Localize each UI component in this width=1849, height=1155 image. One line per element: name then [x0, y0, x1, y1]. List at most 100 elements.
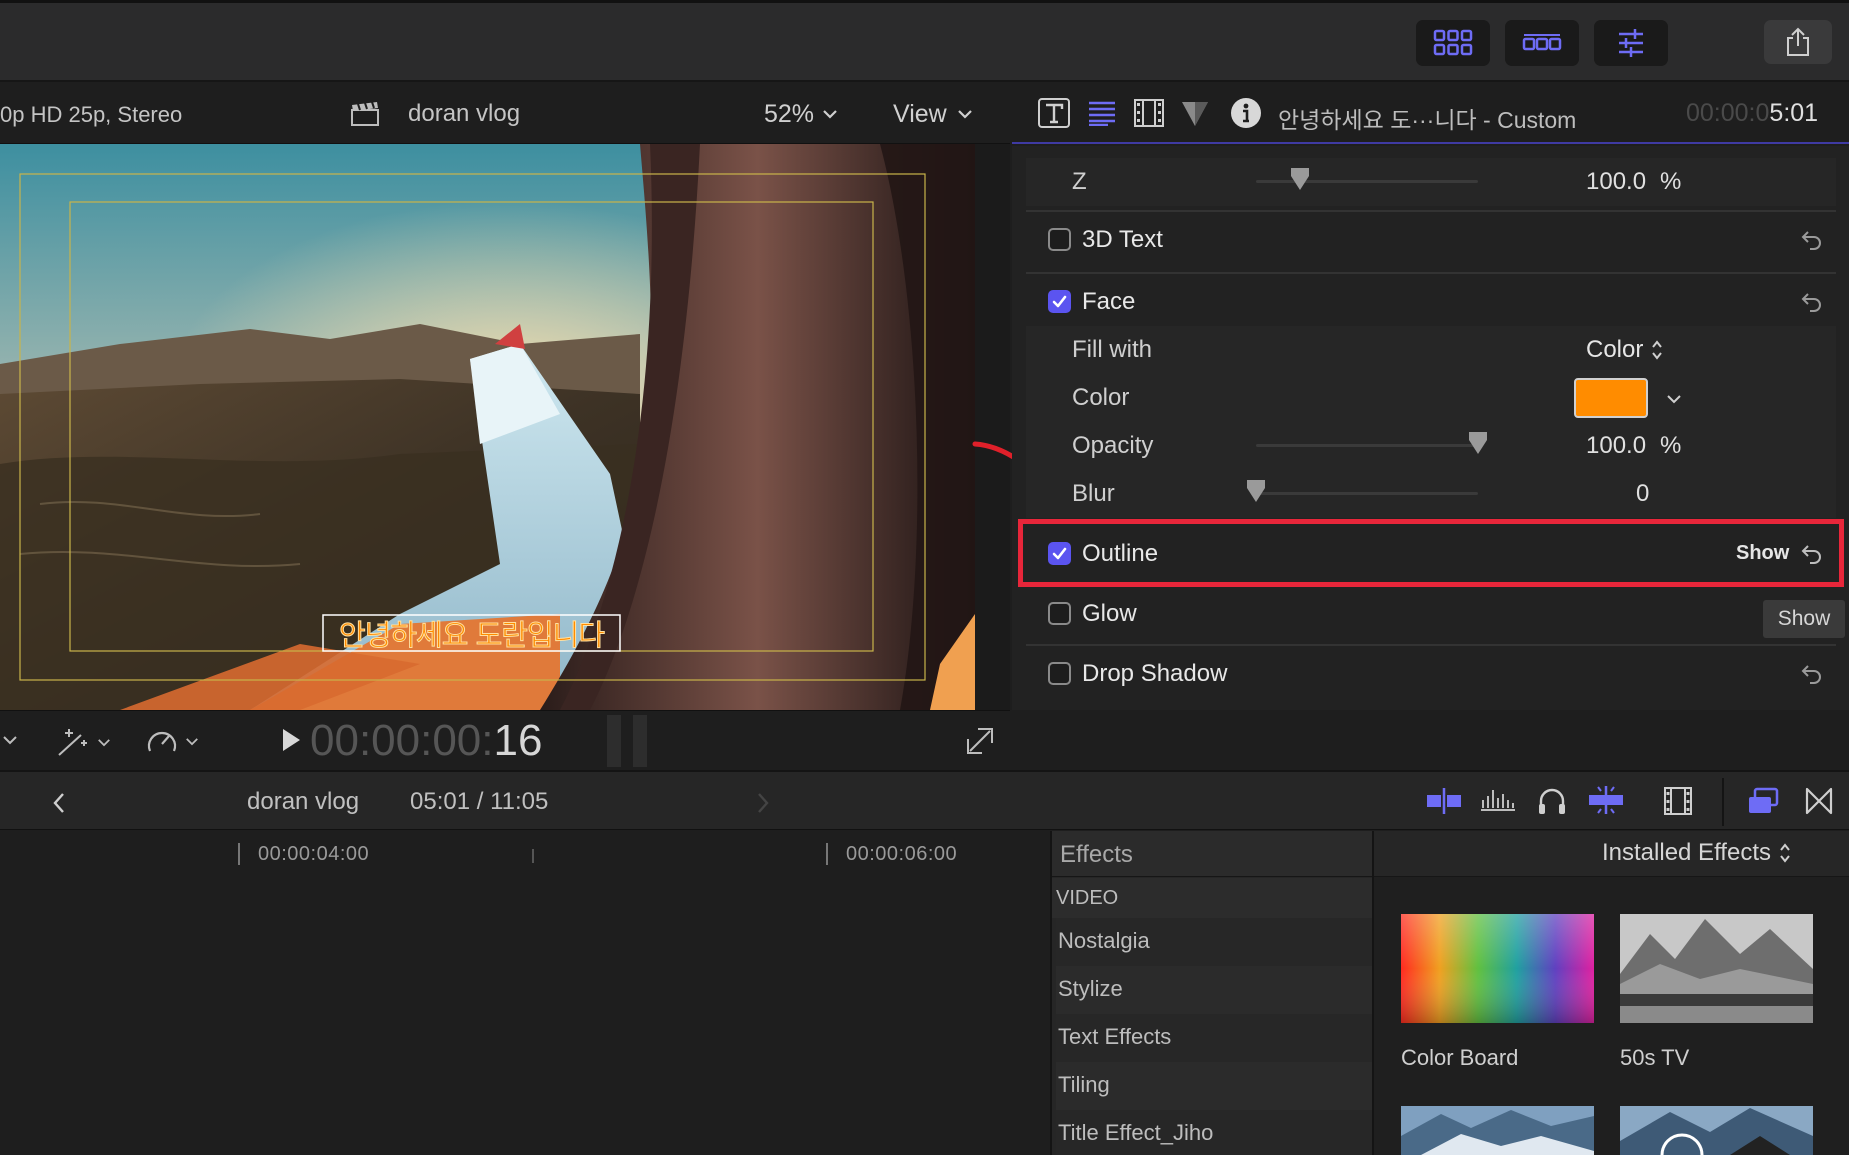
color-swatch[interactable]	[1574, 378, 1648, 418]
chevron-down-icon	[97, 738, 111, 747]
inspector-title: 안녕하세요 도···니다 - Custom	[1278, 107, 1577, 133]
inspector-timecode: 00:00:05:01	[1686, 99, 1818, 128]
fullscreen-icon[interactable]	[966, 727, 994, 755]
opacity-value[interactable]: 100.0	[1586, 432, 1646, 460]
glow-checkbox[interactable]	[1048, 602, 1071, 625]
reset-icon[interactable]	[1800, 290, 1824, 314]
face-label: Face	[1082, 288, 1136, 315]
face-checkbox[interactable]	[1048, 290, 1071, 313]
z-label: Z	[1072, 168, 1087, 195]
z-slider[interactable]	[1256, 180, 1478, 183]
face-row: Face	[1026, 278, 1836, 326]
blur-slider-knob[interactable]	[1247, 480, 1265, 502]
sliders-icon	[1616, 28, 1646, 58]
effect-thumbnail-color-board[interactable]	[1401, 914, 1594, 1023]
installed-effects-popup[interactable]: Installed Effects	[1602, 839, 1791, 867]
opacity-row: Opacity 100.0 %	[1026, 422, 1836, 470]
ruler-tick	[532, 849, 534, 863]
drop-shadow-label: Drop Shadow	[1082, 660, 1228, 687]
grid-icon	[1433, 29, 1473, 57]
text-inspector-tab[interactable]	[1038, 98, 1070, 128]
drop-shadow-checkbox[interactable]	[1048, 662, 1071, 685]
fill-with-label: Fill with	[1072, 336, 1153, 363]
glow-row: Glow Show	[1026, 590, 1845, 638]
video-inspector-tab[interactable]	[1133, 98, 1165, 128]
retime-button[interactable]	[145, 725, 199, 757]
share-button[interactable]	[1764, 20, 1832, 64]
reset-icon[interactable]	[1800, 662, 1824, 686]
effects-sidebar: Effects VIDEO Nostalgia Stylize Text Eff…	[1050, 831, 1374, 1155]
color-inspector-tab[interactable]	[1180, 98, 1210, 128]
back-arrow-icon[interactable]	[52, 792, 66, 814]
headphones-icon[interactable]	[1537, 786, 1567, 816]
inspector-toggle-button[interactable]	[1594, 20, 1668, 66]
effects-browser-icon[interactable]	[1747, 785, 1779, 817]
timeline-icon	[1522, 33, 1562, 53]
fill-with-row: Fill with Color	[1026, 326, 1836, 374]
effect-category-item[interactable]: Tiling	[1056, 1062, 1374, 1110]
fill-with-popup[interactable]: Color	[1586, 336, 1663, 364]
effect-thumbnail-50s-tv[interactable]	[1620, 914, 1813, 1023]
glow-show-label: Show	[1777, 607, 1831, 630]
up-down-chevron-icon	[1779, 842, 1791, 864]
timeline-project-name: doran vlog	[247, 788, 360, 815]
forward-arrow-icon[interactable]	[756, 792, 770, 814]
effect-category-item[interactable]: Stylize	[1056, 966, 1374, 1014]
effect-label: Color Board	[1401, 1045, 1519, 1070]
highlight-box	[1018, 519, 1844, 587]
effect-thumbnail[interactable]	[1401, 1106, 1594, 1155]
drop-shadow-row: Drop Shadow	[1026, 650, 1836, 698]
chevron-down-icon[interactable]	[1666, 394, 1682, 404]
app-toolbar	[0, 0, 1849, 82]
clapperboard-icon	[350, 101, 380, 127]
opacity-slider[interactable]	[1256, 444, 1478, 447]
zoom-value: 52%	[764, 99, 815, 128]
snapping-icon[interactable]	[1586, 784, 1626, 816]
viewer-header: 0p HD 25p, Stereo doran vlog 52% View	[0, 84, 1010, 144]
play-icon[interactable]	[280, 727, 302, 753]
audio-waveform-icon[interactable]	[1480, 786, 1516, 816]
text3d-checkbox[interactable]	[1048, 228, 1071, 251]
ruler-tick	[826, 843, 828, 865]
timeline-toggle-button[interactable]	[1505, 20, 1579, 66]
effect-category-item[interactable]: Text Effects	[1056, 1014, 1374, 1062]
z-slider-knob[interactable]	[1291, 168, 1310, 190]
transform-tools-button[interactable]	[55, 725, 111, 759]
zoom-dropdown[interactable]: 52%	[764, 98, 838, 130]
paragraph-tab[interactable]	[1088, 100, 1116, 126]
blur-row: Blur 0	[1026, 470, 1836, 518]
video-viewer[interactable]: 안녕하세요 도란입니다	[0, 144, 1010, 710]
effect-thumbnail[interactable]	[1620, 1106, 1813, 1155]
ruler-label: 00:00:04:00	[258, 843, 370, 865]
fill-with-value: Color	[1586, 336, 1644, 363]
reset-icon[interactable]	[1800, 228, 1824, 252]
timeline-header: doran vlog 05:01 / 11:05	[0, 770, 1849, 830]
opacity-slider-knob[interactable]	[1469, 432, 1487, 454]
ruler-tick	[238, 843, 240, 865]
view-dropdown[interactable]: View	[893, 98, 973, 130]
effect-category-item[interactable]: Title Effect_Jiho	[1056, 1110, 1374, 1155]
glow-show-tooltip[interactable]: Show	[1763, 600, 1845, 638]
browser-toggle-button[interactable]	[1416, 20, 1490, 66]
viewer-timecode: 00:00:00:16	[310, 715, 542, 767]
inspector-timecode-bright: 5:01	[1769, 99, 1819, 127]
viewer-controls: 00:00:00:16	[0, 710, 1010, 770]
section-label: VIDEO	[1056, 887, 1119, 909]
up-down-chevron-icon	[1651, 339, 1663, 361]
effects-grid: Installed Effects Color Board 50s TV	[1372, 831, 1849, 1155]
viewer-project-name: doran vlog	[408, 100, 521, 127]
effect-category-item[interactable]: Nostalgia	[1056, 918, 1374, 966]
glow-label: Glow	[1082, 600, 1137, 627]
blur-slider[interactable]	[1256, 492, 1478, 495]
transitions-browser-icon[interactable]	[1804, 786, 1834, 816]
speedometer-icon	[145, 725, 179, 757]
blur-value[interactable]: 0	[1636, 480, 1649, 508]
info-icon[interactable]	[1230, 97, 1262, 129]
timeline[interactable]: 00:00:04:00 00:00:06:00	[0, 831, 1050, 1155]
filmstrip-icon[interactable]	[1663, 786, 1693, 816]
text-inspector: Z 100.0 % 3D Text Face Fill with Color C…	[1012, 146, 1849, 710]
z-value[interactable]: 100.0	[1586, 168, 1646, 196]
clip-appearance-icon[interactable]	[1424, 786, 1464, 816]
chevron-down-icon[interactable]	[2, 735, 18, 745]
subtitle-title[interactable]: 안녕하세요 도란입니다	[323, 615, 620, 653]
